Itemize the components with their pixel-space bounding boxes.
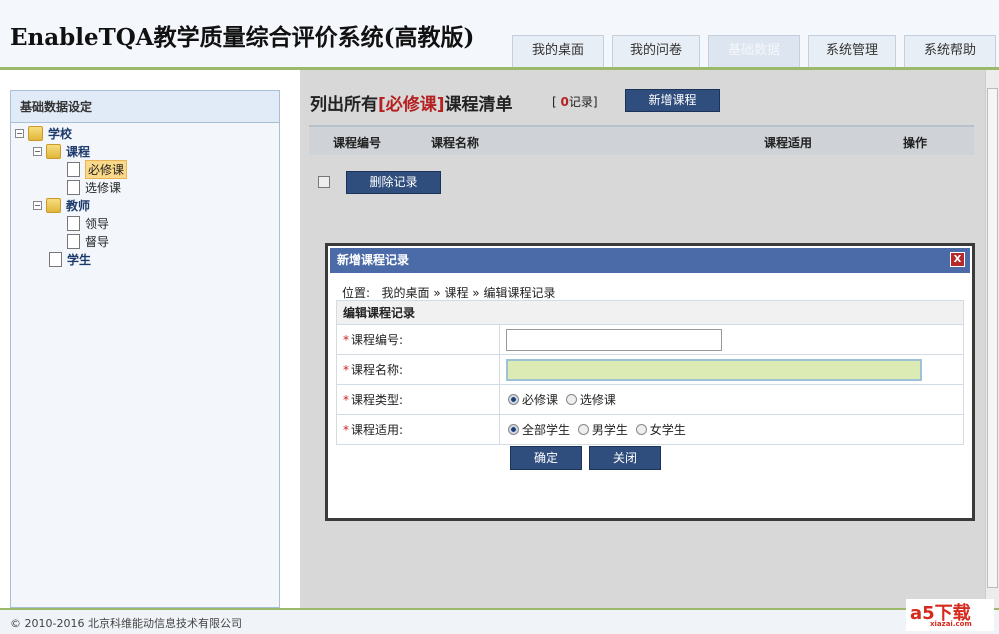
collapse-icon[interactable]: − (33, 146, 42, 156)
copyright: © 2010-2016 北京科维能动信息技术有限公司 (10, 617, 242, 630)
dialog-title-bar: 新增课程记录 X (328, 246, 972, 273)
tree-node-leader[interactable]: 领导 (67, 214, 109, 232)
scrollbar-thumb[interactable] (987, 88, 998, 588)
col-course-code: 课程编号 (333, 136, 382, 150)
radio-male-students[interactable] (577, 424, 589, 435)
file-icon (49, 251, 62, 267)
app-title: EnableTQA教学质量综合评价系统(高教版) (10, 24, 475, 51)
add-course-dialog: 新增课程记录 X 位置: 我的桌面 » 课程 » 编辑课程记录 编辑课程记录 * 课… (325, 243, 975, 521)
watermark-logo: a5下载 xiazai.com (906, 599, 994, 631)
header: EnableTQA教学质量综合评价系统(高教版) 我的桌面 我的问卷 基础数据 … (0, 0, 999, 67)
tree-node-student[interactable]: 学生 (49, 250, 91, 268)
page-title: 列出所有[必修课]课程清单 (310, 95, 513, 115)
footer: © 2010-2016 北京科维能动信息技术有限公司 a5下载 xiazai.co… (0, 599, 999, 634)
file-icon (67, 215, 80, 231)
close-icon[interactable]: X (950, 252, 965, 267)
select-all-checkbox[interactable] (318, 176, 330, 188)
radio-all-students[interactable] (508, 424, 519, 435)
tab-my-questionnaire[interactable]: 我的问卷 (612, 35, 700, 67)
tree-node-required[interactable]: 必修课 (67, 159, 128, 179)
course-form: 编辑课程记录 * 课程编号: * 课程名称: * 课程类型: 必修课 选修课 * 课程适… (336, 300, 964, 445)
tab-system-help[interactable]: 系统帮助 (904, 35, 996, 67)
course-name-input[interactable] (506, 358, 922, 381)
col-actions: 操作 (903, 136, 928, 150)
folder-icon (46, 143, 61, 159)
table-header: 课程编号 课程名称 课程适用 操作 (309, 125, 974, 155)
breadcrumb: 位置: 我的桌面 » 课程 » 编辑课程记录 (342, 286, 556, 300)
folder-icon (28, 125, 43, 141)
radio-female-students[interactable] (635, 424, 647, 435)
delete-records-button[interactable]: 删除记录 (346, 171, 441, 194)
tab-basic-data[interactable]: 基础数据 (708, 35, 800, 67)
file-icon (67, 233, 80, 249)
collapse-icon[interactable]: − (33, 200, 42, 210)
close-button[interactable]: 关闭 (589, 446, 661, 470)
course-name-label: * 课程名称: (336, 354, 500, 385)
col-course-apply: 课程适用 (764, 136, 813, 150)
radio-elective[interactable] (565, 394, 577, 405)
tree-node-course[interactable]: − 课程 (33, 142, 90, 160)
tree-node-elective[interactable]: 选修课 (67, 178, 121, 196)
confirm-button[interactable]: 确定 (510, 446, 582, 470)
file-icon (67, 179, 80, 195)
tree-node-teacher[interactable]: − 教师 (33, 196, 90, 214)
course-code-input[interactable] (506, 328, 722, 351)
tab-system-management[interactable]: 系统管理 (808, 35, 896, 67)
sidebar: 基础数据设定 − 学校 − 课程 必修课 选修课 − 教师 领导 督导 学生 (0, 70, 300, 608)
course-code-label: * 课程编号: (336, 324, 500, 355)
tree-node-supervisor[interactable]: 督导 (67, 232, 109, 250)
file-icon (67, 161, 80, 177)
dialog-title: 新增课程记录 (337, 253, 410, 267)
form-section-title: 编辑课程记录 (336, 300, 964, 325)
sidebar-panel: 基础数据设定 − 学校 − 课程 必修课 选修课 − 教师 领导 督导 学生 (10, 90, 280, 608)
tree-node-school[interactable]: − 学校 (15, 124, 72, 142)
radio-required[interactable] (508, 394, 519, 405)
sidebar-title: 基础数据设定 (11, 91, 279, 123)
add-course-button[interactable]: 新增课程 (625, 89, 720, 112)
collapse-icon[interactable]: − (15, 128, 24, 138)
course-type-label: * 课程类型: (336, 384, 500, 415)
scrollbar[interactable] (985, 70, 999, 608)
course-apply-label: * 课程适用: (336, 414, 500, 445)
record-count: [ 0记录] (552, 95, 598, 109)
col-course-name: 课程名称 (431, 136, 480, 150)
folder-icon (46, 197, 61, 213)
tab-my-desktop[interactable]: 我的桌面 (512, 35, 604, 67)
